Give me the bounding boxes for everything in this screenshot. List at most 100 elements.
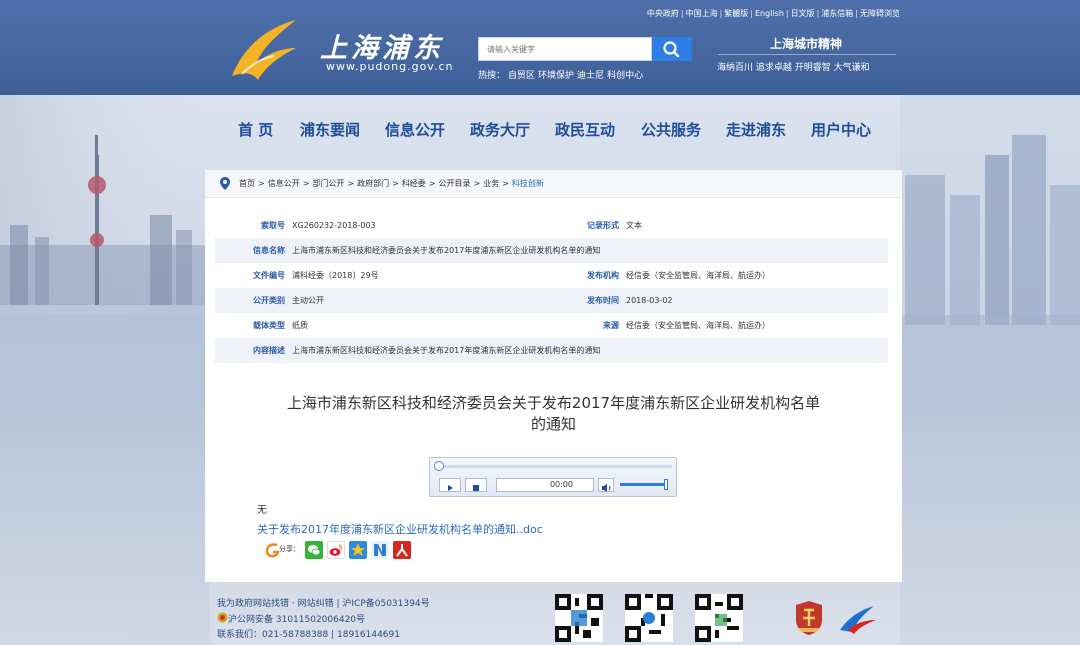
top-link-english[interactable]: English [755, 9, 784, 18]
meta-value-info-name: 上海市浦东新区科技和经济委员会关于发布2017年度浦东新区企业研发机构名单的通知 [292, 246, 601, 255]
police-badge-icon [217, 612, 228, 623]
breadcrumb-item[interactable]: 科经委 [402, 179, 426, 188]
breadcrumb-separator: > [258, 179, 265, 188]
meta-row: 索取号 XG260232-2018-003 记录形式 文本 [215, 213, 888, 238]
breadcrumb: 首页 > 信息公开 > 部门公开 > 政府部门 > 科经委 > 公开目录 > 业务 > 科技创新 [205, 170, 902, 198]
search-input[interactable] [478, 37, 652, 61]
breadcrumb-item[interactable]: 部门公开 [312, 179, 344, 188]
breadcrumb-separator: > [473, 179, 481, 188]
document-metadata-table: 索取号 XG260232-2018-003 记录形式 文本 信息名称 上海市浦东… [215, 213, 888, 363]
separator: | [855, 9, 858, 18]
hot-term-innovation[interactable]: 科创中心 [607, 71, 643, 81]
city-spirit-motto: 海纳百川 追求卓越 开明睿智 大气谦和 [717, 63, 870, 73]
meta-value-record-form: 文本 [626, 221, 642, 230]
meta-value-issuer: 经信委（安全监管局、海洋局、航运办） [626, 271, 770, 280]
footer-line: 我为政府网站找错 · 网站纠错 | 沪ICP备05031394号 [217, 599, 430, 609]
seek-handle[interactable] [434, 461, 444, 471]
content-panel: 首页 > 信息公开 > 部门公开 > 政府部门 > 科经委 > 公开目录 > 业务 > 科技创新 索取号 X… [205, 170, 902, 582]
meta-label-source: 来源 [603, 321, 619, 330]
share-label: 分享： [279, 545, 300, 553]
breadcrumb-item[interactable]: 信息公开 [268, 179, 300, 188]
document-title-line: 上海市浦东新区科技和经济委员会关于发布2017年度浦东新区企业研发机构名单 [286, 394, 821, 412]
breadcrumb-item[interactable]: 首页 [239, 179, 255, 188]
wechat-share-icon[interactable] [305, 541, 323, 559]
meta-value-category: 主动公开 [292, 296, 324, 305]
hot-term-ftz[interactable]: 自贸区 [508, 71, 535, 81]
play-button[interactable] [439, 478, 461, 492]
report-error-link[interactable]: 我为政府网站找错 [217, 599, 289, 609]
pudong-emblem-icon [232, 20, 296, 80]
qzone-share-icon[interactable] [349, 541, 367, 559]
nav-explore[interactable]: 走进浦东 [726, 119, 786, 140]
brand-swoosh-icon [840, 606, 876, 634]
breadcrumb-separator: > [428, 179, 436, 188]
footer-contact: 联系我们：021-58788388 | 18916144691 [217, 630, 400, 640]
location-pin-icon [220, 177, 230, 190]
breadcrumb-item[interactable]: 业务 [483, 179, 499, 188]
weibo-share-icon[interactable] [327, 541, 345, 559]
site-logo[interactable]: 上海浦东 www.pudong.gov.cn [222, 14, 462, 86]
nav-news[interactable]: 浦东要闻 [300, 119, 360, 140]
meta-row: 信息名称 上海市浦东新区科技和经济委员会关于发布2017年度浦东新区企业研发机构… [215, 238, 888, 263]
top-link-japanese[interactable]: 日文版 [791, 9, 815, 18]
meta-value-index-no: XG260232-2018-003 [292, 221, 376, 230]
footer-info: 我为政府网站找错 · 网站纠错 | 沪ICP备05031394号 沪公网安备 3… [217, 597, 430, 643]
breadcrumb-item[interactable]: 政府部门 [357, 179, 389, 188]
meta-label-description: 内容描述 [253, 346, 285, 355]
hot-term-environment[interactable]: 环境保护 [538, 71, 574, 81]
nav-user-center[interactable]: 用户中心 [811, 119, 871, 140]
attachment-link[interactable]: 关于发布2017年度浦东新区企业研发机构名单的通知..doc [257, 521, 543, 537]
search-icon [663, 41, 680, 58]
separator: | [785, 9, 789, 18]
nav-gov-hall[interactable]: 政务大厅 [470, 119, 530, 140]
mute-button[interactable] [598, 478, 614, 492]
breadcrumb-current[interactable]: 科技创新 [512, 179, 544, 188]
breadcrumb-separator: > [502, 179, 509, 188]
logo-url: www.pudong.gov.cn [326, 60, 454, 73]
qr-code-icon [625, 594, 673, 642]
meta-label-issuer: 发布机构 [587, 271, 619, 280]
meta-value-description: 上海市浦东新区科技和经济委员会关于发布2017年度浦东新区企业研发机构名单的通知 [292, 346, 601, 355]
breadcrumb-separator: > [302, 179, 310, 188]
speaker-icon [602, 484, 611, 492]
hot-search: 热搜： 自贸区 环境保护 迪士尼 科创中心 [478, 68, 646, 81]
netease-share-icon[interactable] [371, 541, 389, 559]
meta-row: 公开类别 主动公开 发布时间 2018-03-02 [215, 288, 888, 313]
top-link-accessibility[interactable]: 无障碍浏览 [860, 9, 900, 18]
hot-term-disney[interactable]: 迪士尼 [577, 71, 604, 81]
meta-row: 内容描述 上海市浦东新区科技和经济委员会关于发布2017年度浦东新区企业研发机构… [215, 338, 888, 363]
divider [718, 54, 896, 55]
nav-services[interactable]: 公共服务 [641, 119, 701, 140]
top-link-shanghai[interactable]: 中国上海 [686, 9, 718, 18]
play-icon [448, 485, 453, 491]
meta-label-publish-date: 发布时间 [587, 296, 619, 305]
nav-info-open[interactable]: 信息公开 [385, 119, 445, 140]
renren-share-icon[interactable] [393, 541, 411, 559]
qr-code-icon [555, 594, 603, 642]
meta-label-doc-no: 文件编号 [253, 271, 285, 280]
stop-button[interactable] [465, 478, 487, 492]
meta-label-info-name: 信息名称 [253, 246, 285, 255]
meta-label-carrier: 载体类型 [253, 321, 285, 330]
gov-site-badge-icon[interactable] [794, 600, 824, 636]
seek-bar[interactable] [436, 465, 672, 468]
volume-slider[interactable] [620, 483, 668, 486]
top-link-mailbox[interactable]: 浦东信箱 [821, 9, 853, 18]
breadcrumb-item[interactable]: 公开目录 [439, 179, 471, 188]
top-links: 中央政府 | 中国上海 | 繁體版 | English | 日文版 | 浦东信箱 | 无障碍浏览 [580, 8, 900, 19]
document-title: 上海市浦东新区科技和经济委员会关于发布2017年度浦东新区企业研发机构名单 的通… [241, 393, 866, 435]
top-link-central-gov[interactable]: 中央政府 [647, 9, 679, 18]
nav-interaction[interactable]: 政民互动 [555, 119, 615, 140]
meta-value-source: 经信委（安全监管局、海洋局、航运办） [626, 321, 770, 330]
police-record-link[interactable]: 沪公网安备 31011502006420号 [228, 615, 365, 625]
top-link-traditional[interactable]: 繁體版 [724, 9, 748, 18]
nav-home[interactable]: 首 页 [238, 119, 273, 140]
site-correction-link[interactable]: 网站纠错 [298, 599, 334, 609]
share-logo-icon [265, 543, 279, 558]
meta-row: 载体类型 纸质 来源 经信委（安全监管局、海洋局、航运办） [215, 313, 888, 338]
main-nav: 首 页 浦东要闻 信息公开 政务大厅 政民互动 公共服务 走进浦东 用户中心 [230, 119, 880, 141]
icp-link[interactable]: 沪ICP备05031394号 [342, 599, 429, 609]
breadcrumb-separator: > [392, 179, 399, 188]
volume-handle[interactable] [664, 479, 668, 490]
search-button[interactable] [652, 37, 692, 61]
